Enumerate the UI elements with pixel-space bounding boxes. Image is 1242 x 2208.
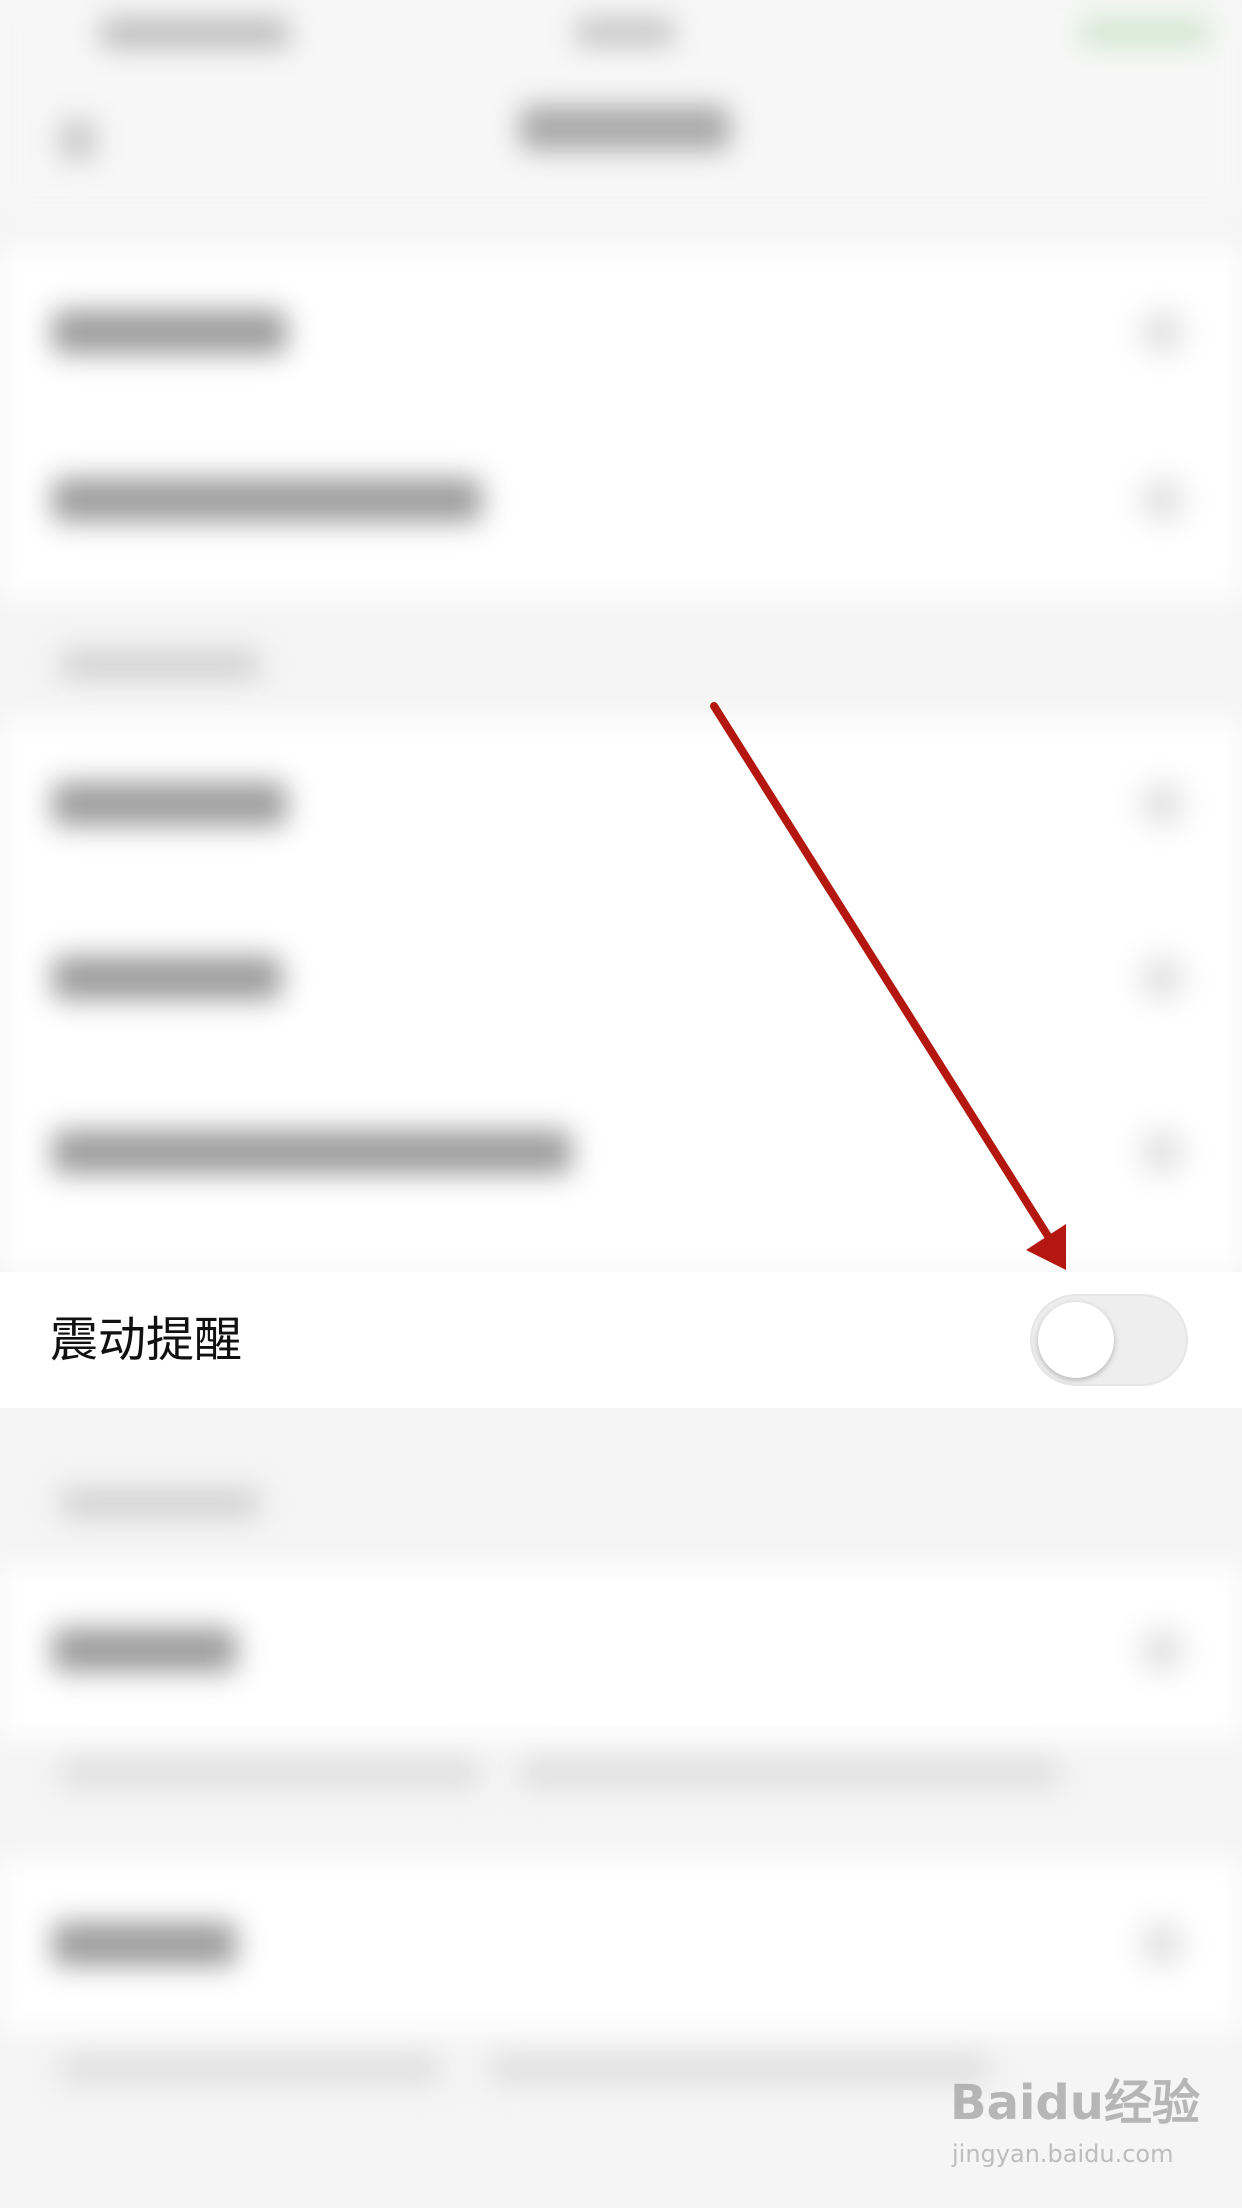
battery-icon: [1080, 18, 1210, 46]
vibration-reminder-row: 震动提醒: [0, 1272, 1242, 1408]
settings-screen: 震动提醒 Baidu经验 jingyan.baidu.com: [0, 0, 1242, 2208]
watermark-url: jingyan.baidu.com: [952, 2140, 1174, 2168]
hint-text: [60, 1760, 480, 1786]
settings-group-2: [0, 720, 1242, 1272]
status-time: [100, 18, 290, 48]
section-header: [60, 1488, 260, 1518]
blurred-background: [0, 0, 1242, 2208]
settings-row-4[interactable]: [52, 956, 282, 1000]
settings-row-6[interactable]: [52, 1628, 237, 1672]
status-bar: [0, 0, 1242, 64]
status-center-indicator: [575, 18, 675, 46]
chevron-right-icon: [1142, 480, 1182, 520]
settings-row-1[interactable]: [52, 310, 287, 354]
vibration-reminder-toggle[interactable]: [1030, 1294, 1188, 1386]
chevron-right-icon: [1142, 958, 1182, 998]
section-header: [60, 650, 260, 680]
chevron-right-icon: [1142, 1132, 1182, 1172]
chevron-right-icon: [1142, 784, 1182, 824]
baidu-logo: Baidu经验: [950, 2075, 1200, 2131]
page-title: [520, 106, 730, 150]
navigation-bar: [0, 64, 1242, 214]
settings-group-4: [0, 1860, 1242, 2030]
settings-group-1: [0, 248, 1242, 598]
settings-row-2[interactable]: [52, 478, 482, 522]
settings-group-3: [0, 1566, 1242, 1738]
chevron-right-icon: [1142, 1630, 1182, 1670]
vibration-reminder-label: 震动提醒: [50, 1312, 243, 1368]
baidu-watermark: Baidu经验 jingyan.baidu.com: [950, 2075, 1220, 2185]
hint-text: [490, 2056, 990, 2082]
settings-row-5[interactable]: [52, 1130, 572, 1174]
back-icon[interactable]: [60, 120, 96, 160]
chevron-right-icon: [1142, 1924, 1182, 1964]
chevron-right-icon: [1142, 312, 1182, 352]
settings-row-3[interactable]: [52, 782, 287, 826]
hint-text: [60, 2056, 440, 2082]
toggle-knob: [1038, 1302, 1114, 1378]
hint-text: [520, 1760, 1060, 1786]
settings-row-7[interactable]: [52, 1922, 237, 1966]
